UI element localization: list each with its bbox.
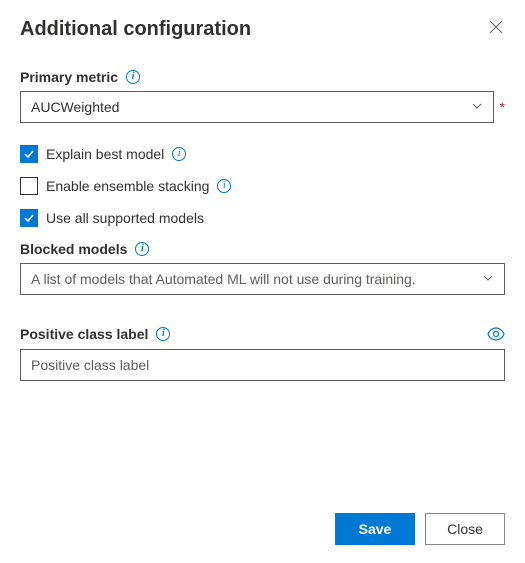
primary-metric-label: Primary metric [20,69,118,85]
positive-class-input[interactable] [20,349,505,381]
info-icon[interactable]: i [126,70,140,84]
enable-ensemble-stacking-checkbox[interactable] [20,177,38,195]
blocked-models-placeholder: A list of models that Automated ML will … [31,271,416,287]
primary-metric-value: AUCWeighted [31,99,119,115]
primary-metric-select[interactable]: AUCWeighted [20,91,494,123]
save-button[interactable]: Save [335,513,415,545]
eye-icon[interactable] [487,325,505,343]
panel-title: Additional configuration [20,18,251,41]
positive-class-label: Positive class label [20,326,148,342]
blocked-models-select[interactable]: A list of models that Automated ML will … [20,263,505,295]
info-icon[interactable]: i [135,242,149,256]
enable-ensemble-stacking-label: Enable ensemble stacking [46,178,209,194]
use-all-supported-models-checkbox[interactable] [20,209,38,227]
info-icon[interactable]: i [217,179,231,193]
required-indicator: * [500,91,505,123]
info-icon[interactable]: i [172,147,186,161]
chevron-down-icon [482,271,494,287]
use-all-supported-models-label: Use all supported models [46,210,204,226]
blocked-models-label: Blocked models [20,241,127,257]
explain-best-model-label: Explain best model [46,146,164,162]
info-icon[interactable]: i [156,327,170,341]
close-icon[interactable] [487,18,505,40]
chevron-down-icon [471,99,483,115]
close-button[interactable]: Close [425,513,505,545]
explain-best-model-checkbox[interactable] [20,145,38,163]
